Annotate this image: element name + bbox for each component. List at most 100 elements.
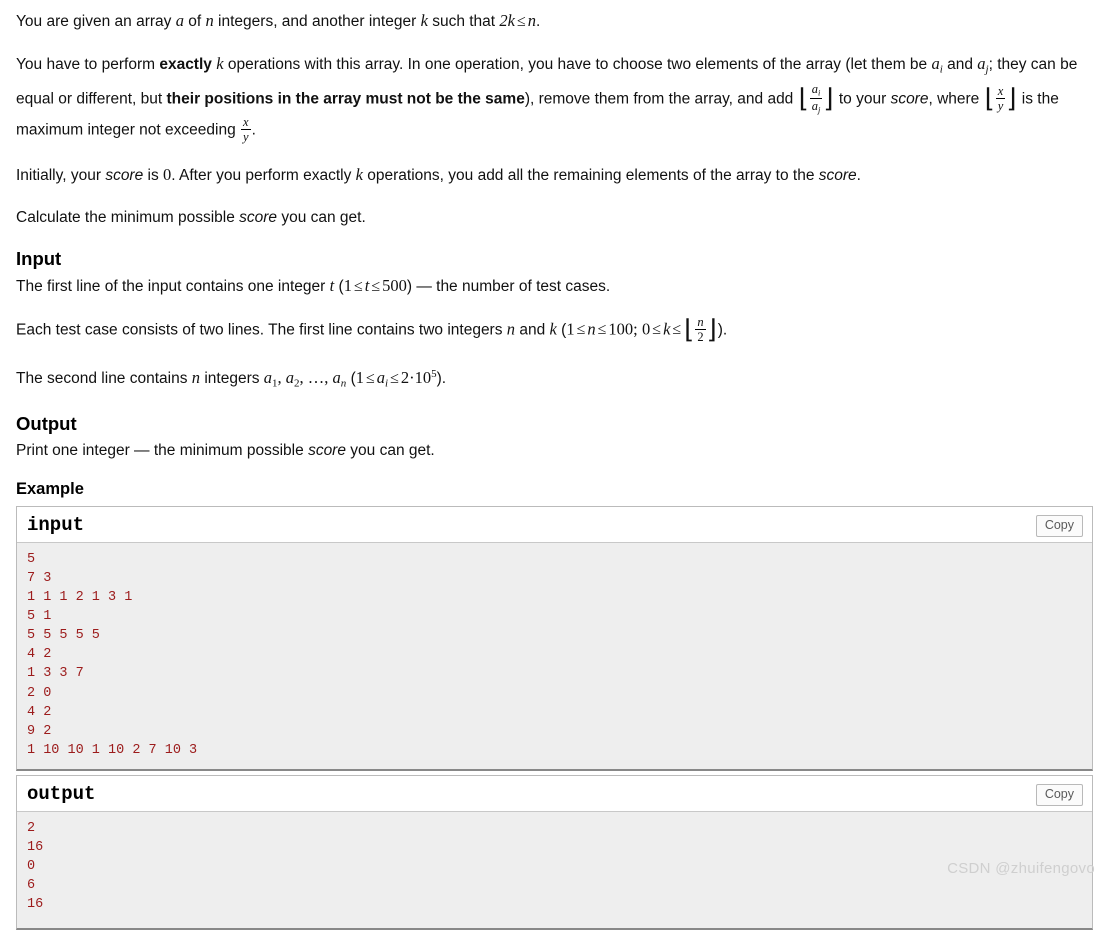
math-var-a: a: [977, 54, 986, 73]
sample-output-title: output: [17, 775, 1092, 811]
math-const: 1: [355, 367, 365, 387]
italic-score: score: [105, 166, 144, 184]
italic-score: score: [818, 166, 857, 184]
statement-section: You are given an array a of n integers, …: [16, 8, 1093, 230]
sample-output-content: 2 16 0 6 16: [17, 810, 1092, 928]
italic-score: score: [308, 442, 346, 460]
text-fragment: operations with this array. In one opera…: [223, 56, 932, 73]
text-fragment: ,: [324, 367, 333, 387]
text-fragment: The second line contains: [16, 369, 192, 387]
math-var-n: n: [205, 11, 214, 30]
math-var-a: a: [332, 367, 341, 387]
input-section: Input The first line of the input contai…: [16, 247, 1093, 397]
text-fragment: (: [346, 369, 356, 387]
text-fragment: ) — the number of test cases.: [406, 277, 611, 295]
emphasis-exactly: exactly: [159, 56, 212, 73]
math-var-k: k: [355, 164, 363, 184]
text-fragment: .: [251, 121, 256, 139]
math-var-a: a: [263, 367, 273, 387]
text-fragment: You are given an array: [16, 13, 176, 30]
math-var-n: n: [191, 367, 201, 387]
math-frac-x-over-y: xy: [241, 115, 251, 144]
math-const: 2: [400, 367, 410, 387]
example-section: Example input Copy 5 7 3 1 1 1 2 1 3 1 5…: [16, 479, 1093, 930]
sample-output-block: output Copy 2 16 0 6 16: [16, 774, 1093, 930]
output-line-1: Print one integer — the minimum possible…: [16, 438, 1093, 463]
math-floor-x-over-y: ⌊ x y ⌋: [984, 83, 1017, 114]
text-fragment: you can get.: [277, 208, 366, 226]
sample-input-content: 5 7 3 1 1 1 2 1 3 1 5 1 5 5 5 5 5 4 2 1 …: [17, 542, 1092, 769]
math-expr-2k: 2k: [499, 11, 515, 30]
frac-numerator: n: [697, 314, 704, 329]
frac-den-sub: j: [818, 104, 821, 115]
text-fragment: such that: [427, 13, 500, 30]
math-var-k: k: [549, 319, 557, 339]
input-heading: Input: [16, 247, 62, 269]
italic-score: score: [239, 208, 278, 226]
math-var-a: a: [175, 11, 184, 30]
text-fragment: ,: [299, 367, 308, 387]
text-fragment: .: [856, 166, 861, 184]
math-var-k: k: [420, 11, 428, 30]
example-heading: Example: [16, 480, 84, 499]
math-le: ≤: [516, 13, 526, 30]
text-fragment: you can get.: [345, 442, 435, 460]
math-const: 1: [566, 319, 575, 339]
text-fragment: The first line of the input contains one…: [16, 277, 330, 295]
text-fragment: ), remove them from the array, and add: [524, 90, 798, 108]
math-floor-ai-over-aj: ⌊ ai aj ⌋: [798, 81, 834, 115]
math-le: ≤: [390, 369, 399, 387]
frac-denominator: y: [241, 128, 251, 144]
text-fragment: ,: [277, 367, 286, 387]
emphasis-positions: their positions in the array must not be…: [166, 90, 525, 108]
text-fragment: (: [556, 321, 567, 339]
copy-input-button[interactable]: Copy: [1035, 515, 1083, 538]
italic-score: score: [890, 90, 929, 108]
text-fragment: , where: [928, 90, 984, 108]
math-var-a: a: [285, 367, 295, 387]
text-fragment: Initially, your: [16, 166, 106, 184]
frac-denominator: y: [995, 97, 1006, 113]
math-le: ≤: [597, 321, 607, 339]
text-fragment: Each test case consists of two lines. Th…: [16, 321, 507, 339]
frac-numerator: x: [997, 83, 1004, 98]
input-line-2: Each test case consists of two lines. Th…: [16, 314, 1093, 345]
math-le: ≤: [576, 321, 586, 339]
frac-denominator: 2: [695, 328, 706, 344]
math-var-k: k: [216, 54, 224, 73]
math-le: ≤: [366, 369, 375, 387]
sample-tests: input Copy 5 7 3 1 1 1 2 1 3 1 5 1 5 5 5…: [16, 506, 1093, 930]
frac-numerator: x: [243, 114, 249, 129]
math-le: ≤: [652, 321, 662, 339]
input-line-3: The second line contains n integers a1, …: [16, 362, 1093, 397]
statement-paragraph-3: Initially, your score is 0. After you pe…: [16, 162, 1093, 188]
math-le: ≤: [353, 277, 363, 295]
text-fragment: integers, and another integer: [213, 13, 421, 30]
math-const: 1: [343, 275, 352, 295]
math-const: 10: [414, 367, 432, 387]
text-fragment: operations, you add all the remaining el…: [362, 166, 819, 184]
statement-paragraph-1: You are given an array a of n integers, …: [16, 8, 1093, 34]
text-fragment: You have to perform: [16, 56, 160, 73]
text-fragment: ).: [436, 369, 447, 387]
text-fragment: . After you perform exactly: [171, 166, 356, 184]
statement-paragraph-2: You have to perform exactly k operations…: [16, 51, 1093, 145]
text-fragment: ).: [717, 321, 728, 339]
output-heading: Output: [16, 413, 77, 435]
problem-statement-page: You are given an array a of n integers, …: [0, 0, 1109, 930]
text-fragment: .: [536, 13, 541, 30]
copy-output-button[interactable]: Copy: [1035, 783, 1083, 806]
text-fragment: to your: [834, 90, 891, 108]
math-const: 100: [608, 319, 634, 339]
math-var-n: n: [506, 319, 516, 339]
math-var-a: a: [376, 367, 386, 387]
math-floor-n-over-2: ⌊ n 2 ⌋: [684, 314, 717, 345]
text-fragment: is: [143, 166, 164, 184]
math-ellipsis: …: [307, 367, 325, 387]
input-line-1: The first line of the input contains one…: [16, 273, 1093, 299]
math-le: ≤: [371, 277, 381, 295]
text-fragment: of: [183, 13, 206, 30]
sample-input-block: input Copy 5 7 3 1 1 1 2 1 3 1 5 1 5 5 5…: [16, 506, 1093, 771]
math-le: ≤: [672, 321, 682, 339]
math-var-a: a: [931, 54, 940, 73]
